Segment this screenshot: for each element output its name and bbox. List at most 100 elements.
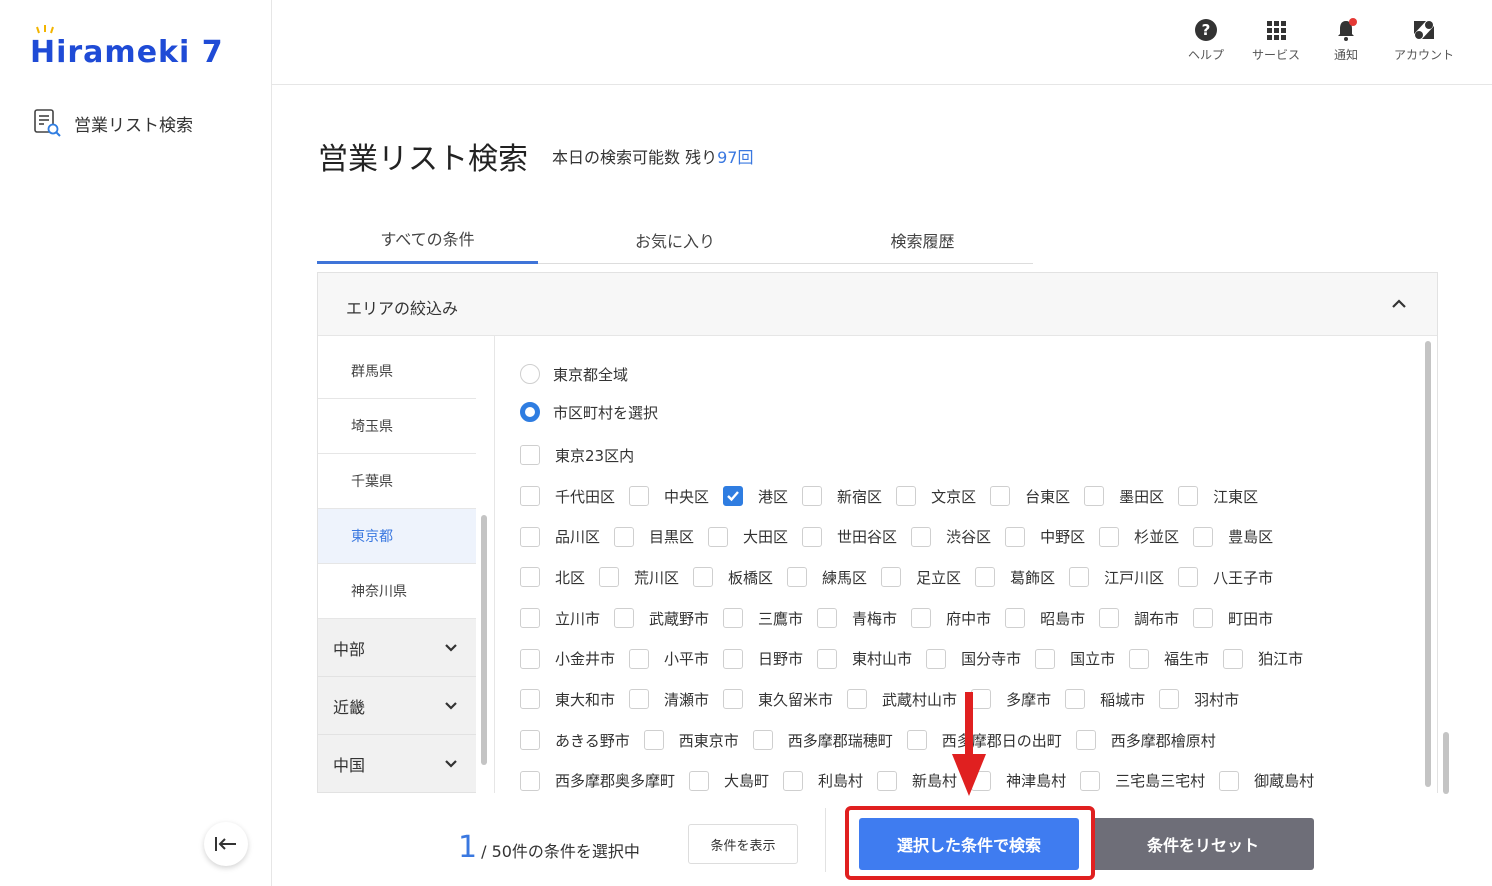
radio-select-municipality[interactable]: 市区町村を選択 [520,397,1420,427]
checkbox-item[interactable]: 品川区 [520,526,600,547]
checkbox-item[interactable]: 渋谷区 [911,526,991,547]
checkbox-item[interactable]: 大田区 [708,526,788,547]
checkbox[interactable] [802,486,823,507]
checkbox[interactable] [802,526,823,547]
checkbox-item[interactable]: 港区 [723,486,788,507]
checkbox[interactable] [1099,526,1120,547]
checkbox-item[interactable]: 三宅島三宅村 [1080,770,1205,791]
radio-button-selected[interactable] [520,402,540,422]
checkbox[interactable] [926,648,947,669]
checkbox-item[interactable]: 東久留米市 [723,689,833,710]
checkbox-item[interactable]: 御蔵島村 [1219,770,1314,791]
checkbox-item[interactable]: 練馬区 [787,567,867,588]
checkbox-item[interactable]: 小平市 [629,648,709,669]
checkbox[interactable] [1075,730,1096,751]
checkbox[interactable] [1069,567,1090,588]
checkbox[interactable] [520,486,540,507]
tab-search-history[interactable]: 検索履歴 [812,210,1033,263]
checkbox[interactable] [1193,526,1214,547]
show-conditions-button[interactable]: 条件を表示 [688,824,798,864]
checkbox[interactable] [520,567,540,588]
checkbox[interactable] [906,730,927,751]
checkbox[interactable] [614,526,635,547]
checkbox-item[interactable]: 稲城市 [1065,689,1145,710]
checkbox-item[interactable]: 西東京市 [643,730,739,751]
checkbox-item[interactable]: 墨田区 [1084,486,1164,507]
checkbox[interactable] [1065,689,1086,710]
checkbox-item[interactable]: 世田谷区 [802,526,897,547]
checkbox[interactable] [520,445,540,466]
checkbox-item[interactable]: 小金井市 [520,648,615,669]
checkbox[interactable] [520,648,540,669]
region-item[interactable]: 近畿 [318,677,476,735]
checkbox-item[interactable]: あきる野市 [520,730,630,751]
checkbox[interactable] [520,770,540,791]
checkbox-item[interactable]: 羽村市 [1159,689,1239,710]
checkbox-item[interactable]: 東村山市 [817,648,912,669]
checkbox-item[interactable]: 荒川区 [599,567,679,588]
checkbox[interactable] [1005,608,1026,629]
tab-favorites[interactable]: お気に入り [538,210,812,263]
checkbox-item[interactable]: 国分寺市 [926,648,1021,669]
checkbox[interactable] [599,567,620,588]
checkbox[interactable] [1080,770,1101,791]
checkbox[interactable] [643,730,664,751]
checkbox[interactable] [911,526,932,547]
checkbox[interactable] [723,648,744,669]
checkbox-item[interactable]: 目黒区 [614,526,694,547]
page-scrollbar[interactable] [1443,732,1449,794]
checkbox-item[interactable]: 大島町 [689,770,769,791]
checkbox[interactable] [787,567,808,588]
checkbox-item[interactable]: 北区 [520,567,585,588]
checkbox-item[interactable]: 武蔵野市 [614,608,709,629]
radio-button[interactable] [520,364,540,384]
prefecture-item[interactable]: 神奈川県 [318,564,476,619]
checkbox-item[interactable]: 中央区 [629,486,709,507]
checkbox[interactable] [614,608,635,629]
checkbox-item[interactable]: 江戸川区 [1069,567,1164,588]
checkbox[interactable] [1159,689,1180,710]
checkbox-item[interactable]: 東大和市 [520,689,615,710]
checkbox[interactable] [783,770,804,791]
checkbox[interactable] [629,689,650,710]
checkbox[interactable] [1178,486,1199,507]
checkbox[interactable] [1099,608,1120,629]
checkbox-item[interactable]: 台東区 [990,486,1070,507]
checkbox[interactable] [877,770,898,791]
prefecture-item[interactable]: 埼玉県 [318,399,476,454]
checkbox-item[interactable]: 武蔵村山市 [847,689,957,710]
checkbox[interactable] [990,486,1011,507]
notifications-button[interactable]: 通知 [1322,18,1370,63]
checkbox-item[interactable]: 日野市 [723,648,803,669]
checkbox-item[interactable]: 東京23区内 [520,445,634,466]
logo[interactable]: Hirameki 7 [30,25,224,74]
checkbox-item[interactable]: 板橋区 [693,567,773,588]
prefecture-item[interactable]: 群馬県 [318,344,476,399]
checkbox-item[interactable]: 調布市 [1099,608,1179,629]
checkbox[interactable] [520,730,540,751]
checkbox-item[interactable]: 西多摩郡奥多摩町 [520,770,675,791]
checkbox[interactable] [896,486,917,507]
checkbox[interactable] [1178,567,1199,588]
checkbox-item[interactable]: 足立区 [881,567,961,588]
checkbox[interactable] [723,689,744,710]
sidebar-item-sales-list-search[interactable]: 営業リスト検索 [32,108,193,138]
municipality-scrollbar[interactable] [1425,341,1431,787]
checkbox-item[interactable]: 中野区 [1005,526,1085,547]
checkbox[interactable] [689,770,710,791]
checkbox-item[interactable]: 町田市 [1193,608,1273,629]
checkbox[interactable] [520,608,540,629]
checkbox-item[interactable]: 国立市 [1035,648,1115,669]
checkbox[interactable] [881,567,902,588]
checkbox[interactable] [629,648,650,669]
checkbox-item[interactable]: 江東区 [1178,486,1258,507]
checkbox-item[interactable]: 福生市 [1129,648,1209,669]
reset-conditions-button[interactable]: 条件をリセット [1092,818,1314,870]
radio-tokyo-all[interactable]: 東京都全域 [520,359,1420,389]
checkbox[interactable] [708,526,729,547]
checkbox[interactable] [723,608,744,629]
tab-all-conditions[interactable]: すべての条件 [317,210,538,264]
checkbox[interactable] [629,486,650,507]
collapse-sidebar-button[interactable] [204,822,248,866]
checkbox[interactable] [817,648,838,669]
